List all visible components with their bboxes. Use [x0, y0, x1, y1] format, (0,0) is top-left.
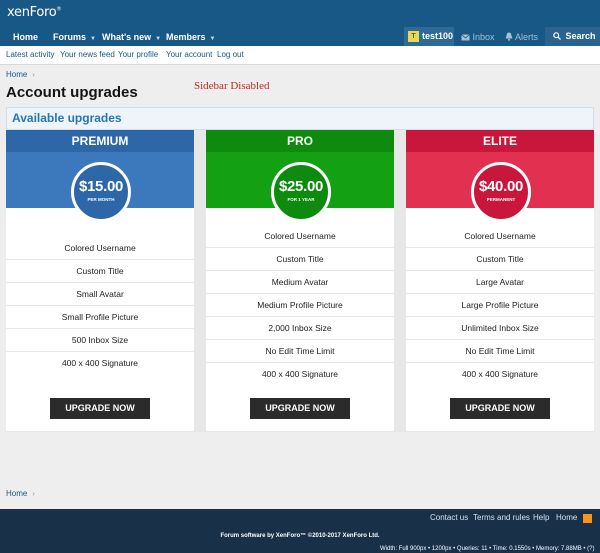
feature-item: Large Avatar	[406, 271, 594, 294]
price: $25.00	[278, 178, 324, 195]
feature-item: 500 Inbox Size	[6, 329, 194, 352]
nav-alerts[interactable]: Alerts	[505, 28, 538, 46]
upgrade-card-premium: PREMIUM $15.00 PER MONTH Colored Usernam…	[6, 130, 194, 431]
price-period: PER MONTH	[87, 197, 115, 202]
footer-contact-us[interactable]: Contact us	[430, 513, 468, 522]
sub-nav: Latest activity Your news feed Your prof…	[0, 46, 600, 65]
feature-item: 400 x 400 Signature	[261, 369, 339, 379]
upgrade-now-button[interactable]: UPGRADE NOW	[250, 398, 350, 419]
feature-item: Unlimited Inbox Size	[406, 317, 594, 340]
avatar: T	[408, 31, 419, 42]
nav-forums[interactable]: Forums ▼	[53, 28, 96, 46]
feature-item: Small Avatar	[6, 283, 194, 306]
feature-item: No Edit Time Limit	[406, 340, 594, 363]
bell-icon	[505, 32, 513, 41]
footer-terms[interactable]: Terms and rules	[473, 513, 530, 522]
panel-header: Available upgrades	[6, 107, 594, 130]
upgrade-name: PRO	[206, 130, 394, 152]
rss-icon[interactable]	[583, 514, 592, 523]
price-badge: $40.00 PERMANENT	[471, 162, 531, 222]
feature-item: Colored Username	[406, 225, 594, 248]
user-menu[interactable]: T test100	[404, 27, 454, 46]
footer-home[interactable]: Home	[556, 513, 577, 522]
feature-item: Large Profile Picture	[406, 294, 594, 317]
subnav-log-out[interactable]: Log out	[217, 46, 244, 64]
breadcrumb-home[interactable]: Home	[6, 489, 27, 498]
site-logo[interactable]: xenForo®	[7, 5, 61, 20]
feature-item: 2,000 Inbox Size	[206, 317, 394, 340]
price-period: PERMANENT	[486, 197, 516, 202]
subnav-your-account[interactable]: Your account	[166, 46, 212, 64]
footer-help[interactable]: Help	[533, 513, 549, 522]
username: test100	[422, 31, 454, 41]
page-title: Account upgrades	[6, 84, 138, 101]
subnav-news-feed[interactable]: Your news feed	[60, 46, 115, 64]
feature-item: Medium Avatar	[206, 271, 394, 294]
feature-item: Custom Title	[206, 248, 394, 271]
copyright: Forum software by XenForo™ ©2010-2017 Xe…	[220, 533, 380, 539]
upgrade-now-button[interactable]: UPGRADE NOW	[450, 398, 550, 419]
feature-item: Custom Title	[6, 260, 194, 283]
debug-stats: Width: Full 900px • 1200px • Queries: 11…	[380, 546, 595, 552]
feature-item: Medium Profile Picture	[206, 294, 394, 317]
breadcrumb-home[interactable]: Home	[6, 70, 27, 79]
price-badge: $15.00 PER MONTH	[71, 162, 131, 222]
breadcrumb: Home ›	[6, 70, 35, 79]
feature-item: Custom Title	[406, 248, 594, 271]
footer: Contact us Terms and rules Help Home For…	[0, 509, 600, 553]
breadcrumb-bottom: Home ›	[6, 489, 35, 498]
envelope-icon	[461, 34, 470, 41]
chevron-right-icon: ›	[32, 491, 35, 498]
upgrade-card-elite: ELITE $40.00 PERMANENT Colored Username …	[406, 130, 594, 431]
price: $15.00	[78, 178, 124, 195]
feature-item: Small Profile Picture	[6, 306, 194, 329]
feature-item: Colored Username	[206, 225, 394, 248]
top-header: xenForo®	[0, 0, 600, 28]
nav-inbox[interactable]: Inbox	[461, 28, 495, 46]
nav-members[interactable]: Members ▼	[166, 28, 215, 46]
chevron-down-icon: ▼	[90, 36, 96, 42]
chevron-right-icon: ›	[32, 72, 35, 79]
sidebar-note: Sidebar Disabled	[194, 80, 270, 92]
chevron-down-icon: ▼	[155, 36, 162, 42]
nav-home[interactable]: Home	[13, 28, 38, 46]
search-button[interactable]: Search	[545, 27, 600, 46]
search-icon	[553, 32, 561, 40]
price-period: FOR 1 YEAR	[287, 197, 315, 202]
feature-item: Colored Username	[6, 237, 194, 260]
feature-item: No Edit Time Limit	[206, 340, 394, 363]
upgrade-now-button[interactable]: UPGRADE NOW	[50, 398, 150, 419]
price: $40.00	[478, 178, 524, 195]
upgrade-card-pro: PRO $25.00 FOR 1 YEAR Colored Username C…	[206, 130, 394, 431]
upgrade-name: PREMIUM	[6, 130, 194, 152]
chevron-down-icon: ▼	[209, 36, 216, 42]
price-badge: $25.00 FOR 1 YEAR	[271, 162, 331, 222]
subnav-your-profile[interactable]: Your profile	[118, 46, 158, 64]
subnav-latest-activity[interactable]: Latest activity	[6, 46, 54, 64]
upgrade-name: ELITE	[406, 130, 594, 152]
nav-whats-new[interactable]: What's new ▼	[102, 28, 161, 46]
feature-item: 400 x 400 Signature	[61, 358, 139, 368]
feature-item: 400 x 400 Signature	[461, 369, 539, 379]
